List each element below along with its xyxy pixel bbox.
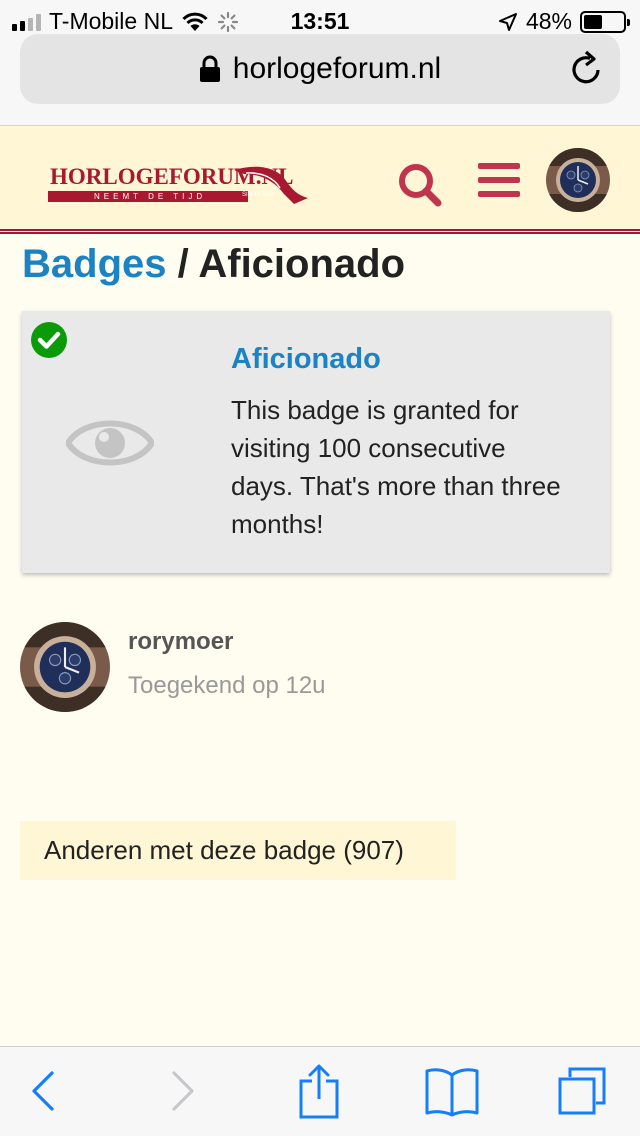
reload-icon[interactable] xyxy=(570,50,604,86)
watch-avatar-icon xyxy=(20,622,110,712)
badge-name: Aficionado xyxy=(231,343,381,375)
granted-time: Toegekend op 12u xyxy=(128,672,326,699)
location-arrow-icon xyxy=(498,12,517,31)
browser-address-area: horlogeforum.nl xyxy=(0,34,640,126)
url-text: horlogeforum.nl xyxy=(232,52,442,85)
badge-description: This badge is granted for visiting 100 c… xyxy=(231,395,561,539)
battery-percent: 48% xyxy=(525,8,572,34)
lock-icon xyxy=(199,55,220,82)
watch-avatar-icon xyxy=(546,148,610,212)
page-title: Badges / Aficionado xyxy=(22,242,405,287)
search-icon[interactable] xyxy=(397,162,443,208)
breadcrumb-separator: / xyxy=(166,242,199,286)
logo-tagline: NEEMT DE TIJD xyxy=(48,191,248,202)
user-avatar[interactable] xyxy=(546,148,610,212)
address-bar[interactable]: horlogeforum.nl xyxy=(20,34,620,104)
others-with-badge-button[interactable]: Anderen met deze badge (907) xyxy=(20,821,456,880)
forward-icon[interactable] xyxy=(170,1069,196,1113)
site-header: HORLOGEFORUM.NL NEEMT DE TIJD SINDS 2002 xyxy=(0,126,640,234)
hamburger-menu-icon[interactable] xyxy=(478,163,520,197)
bookmarks-icon[interactable] xyxy=(424,1067,480,1117)
browser-toolbar xyxy=(0,1046,640,1136)
battery-icon xyxy=(580,10,630,33)
page-title-text: Aficionado xyxy=(198,242,406,286)
logo-swoosh-icon xyxy=(234,166,308,204)
badge-card: Aficionado This badge is granted for vis… xyxy=(22,311,610,573)
breadcrumb-badges-link[interactable]: Badges xyxy=(22,242,167,286)
eye-icon xyxy=(66,420,154,466)
granted-user-avatar[interactable] xyxy=(20,622,110,712)
check-circle-icon xyxy=(31,322,67,358)
back-icon[interactable] xyxy=(30,1069,56,1113)
site-logo[interactable]: HORLOGEFORUM.NL NEEMT DE TIJD SINDS 2002 xyxy=(48,164,313,208)
share-icon[interactable] xyxy=(298,1063,340,1119)
status-right: 48% xyxy=(498,8,630,35)
tabs-icon[interactable] xyxy=(556,1065,608,1117)
granted-username[interactable]: rorymoer xyxy=(128,628,233,656)
